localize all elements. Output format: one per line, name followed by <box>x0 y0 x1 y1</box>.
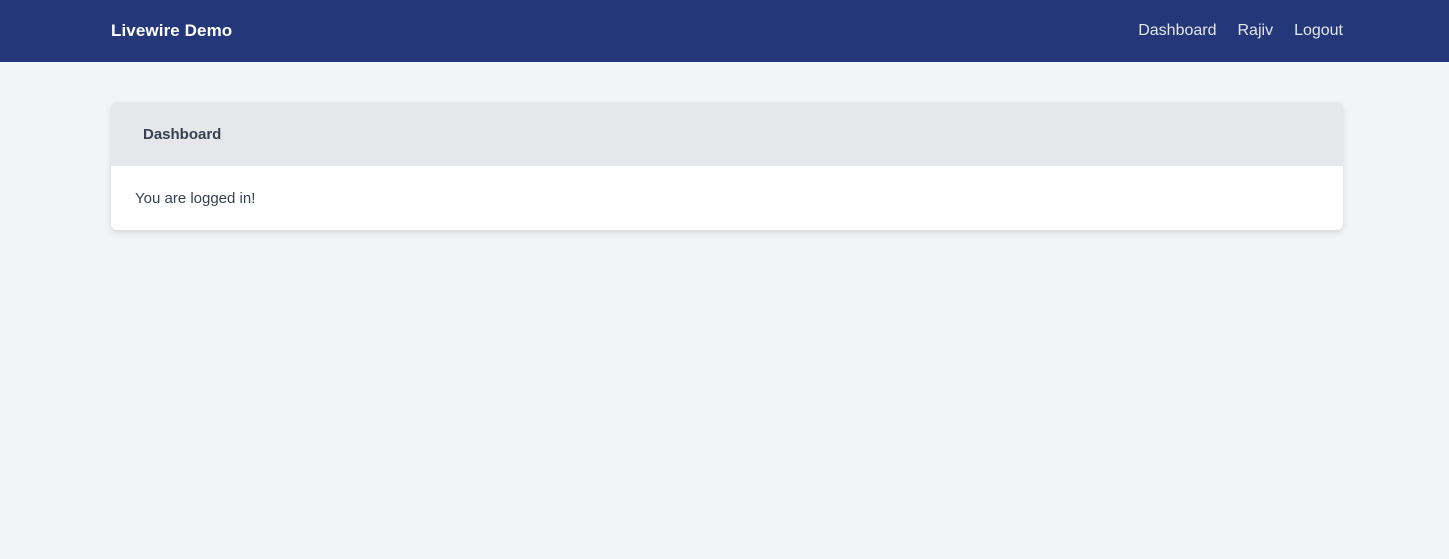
card-header-title: Dashboard <box>111 102 1343 166</box>
brand-link[interactable]: Livewire Demo <box>111 21 232 41</box>
top-navbar: Livewire Demo Dashboard Rajiv Logout <box>0 0 1449 62</box>
nav-link-dashboard[interactable]: Dashboard <box>1138 22 1216 40</box>
main-content: Dashboard You are logged in! <box>0 62 1449 230</box>
nav-link-user-rajiv[interactable]: Rajiv <box>1238 22 1274 40</box>
nav-links: Dashboard Rajiv Logout <box>1138 22 1343 40</box>
logged-in-message: You are logged in! <box>135 189 256 207</box>
dashboard-card: Dashboard You are logged in! <box>111 102 1343 230</box>
nav-link-logout[interactable]: Logout <box>1294 22 1343 40</box>
